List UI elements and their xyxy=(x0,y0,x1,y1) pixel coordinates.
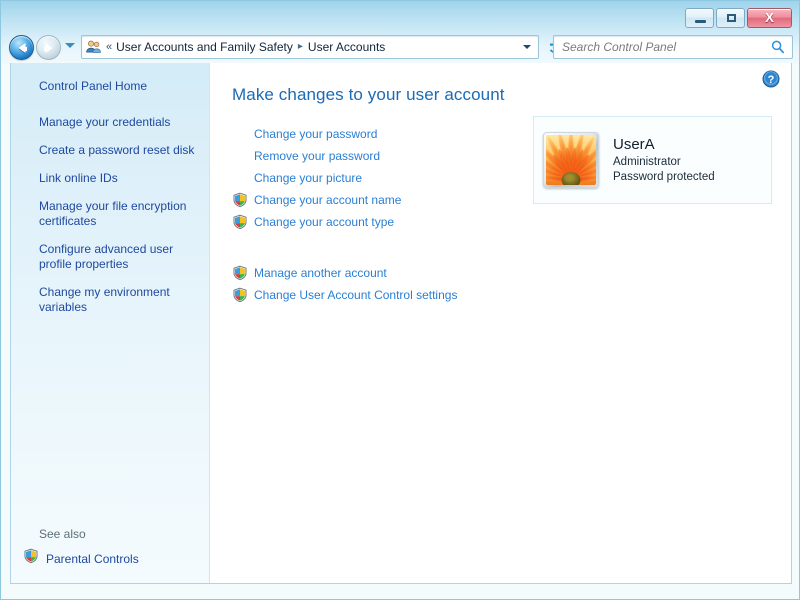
task-group-divider xyxy=(232,233,522,262)
task-list: Change your password Remove your passwor… xyxy=(232,123,522,306)
breadcrumb-overflow[interactable]: « xyxy=(106,41,112,53)
client-area: Control Panel Home Manage your credentia… xyxy=(10,63,792,584)
task-icon-none xyxy=(232,126,248,142)
task-remove-your-password[interactable]: Remove your password xyxy=(232,145,522,167)
help-icon[interactable]: ? xyxy=(762,70,780,88)
user-details: UserA Administrator Password protected xyxy=(613,135,715,185)
sidebar-item-link-online-ids[interactable]: Link online IDs xyxy=(11,171,209,186)
close-button[interactable]: X xyxy=(747,8,792,28)
task-change-your-account-type[interactable]: Change your account type xyxy=(232,211,522,233)
task-icon-none xyxy=(232,170,248,186)
window-controls: X xyxy=(685,8,792,28)
page-title: Make changes to your user account xyxy=(232,85,505,104)
back-button[interactable] xyxy=(9,35,34,60)
breadcrumb-item-1[interactable]: User Accounts xyxy=(308,41,385,53)
svg-text:?: ? xyxy=(768,74,775,86)
sidebar-item-environment-variables[interactable]: Change my environment variables xyxy=(11,285,209,315)
user-accounts-icon xyxy=(85,39,102,55)
avatar[interactable] xyxy=(543,132,599,188)
breadcrumb-separator-icon[interactable]: ▸ xyxy=(298,42,303,52)
link-change-your-picture[interactable]: Change your picture xyxy=(254,171,362,185)
task-manage-another-account[interactable]: Manage another account xyxy=(232,262,522,284)
shield-icon xyxy=(232,214,248,230)
search-input[interactable]: Search Control Panel xyxy=(562,40,770,54)
user-account-panel: UserA Administrator Password protected xyxy=(533,116,772,204)
forward-button[interactable] xyxy=(36,35,61,60)
close-icon: X xyxy=(765,10,774,25)
task-icon-none xyxy=(232,148,248,164)
address-bar[interactable]: « User Accounts and Family Safety ▸ User… xyxy=(81,35,539,59)
user-name: UserA xyxy=(613,136,655,154)
link-change-your-account-type[interactable]: Change your account type xyxy=(254,215,394,229)
link-change-uac-settings[interactable]: Change User Account Control settings xyxy=(254,288,457,302)
sidebar-item-password-reset-disk[interactable]: Create a password reset disk xyxy=(11,143,209,158)
user-picture-flower xyxy=(546,135,596,185)
see-also-item-parental-controls[interactable]: Parental Controls xyxy=(23,548,200,569)
shield-icon xyxy=(232,287,248,303)
search-box[interactable]: Search Control Panel xyxy=(553,35,793,59)
link-remove-your-password[interactable]: Remove your password xyxy=(254,149,380,163)
see-also-link-parental-controls[interactable]: Parental Controls xyxy=(46,552,139,566)
sidebar-item-file-encryption-certificates[interactable]: Manage your file encryption certificates xyxy=(11,199,209,229)
user-password-status: Password protected xyxy=(613,171,715,184)
task-change-your-password[interactable]: Change your password xyxy=(232,123,522,145)
link-change-your-account-name[interactable]: Change your account name xyxy=(254,193,401,207)
task-change-uac-settings[interactable]: Change User Account Control settings xyxy=(232,284,522,306)
see-also-title: See also xyxy=(39,527,86,541)
maximize-icon xyxy=(727,14,736,22)
see-also-section: See also Parental Controls xyxy=(11,527,210,569)
task-change-your-account-name[interactable]: Change your account name xyxy=(232,189,522,211)
link-change-your-password[interactable]: Change your password xyxy=(254,127,377,141)
sidebar-item-manage-credentials[interactable]: Manage your credentials xyxy=(11,115,209,130)
maximize-button[interactable] xyxy=(716,8,745,28)
user-account-type: Administrator xyxy=(613,156,681,169)
link-manage-another-account[interactable]: Manage another account xyxy=(254,266,387,280)
back-arrow-stem xyxy=(22,46,27,51)
sidebar: Control Panel Home Manage your credentia… xyxy=(11,63,210,583)
task-change-your-picture[interactable]: Change your picture xyxy=(232,167,522,189)
shield-icon xyxy=(23,548,39,569)
shield-icon xyxy=(232,192,248,208)
sidebar-item-control-panel-home[interactable]: Control Panel Home xyxy=(11,79,209,94)
recent-pages-chevron-down-icon[interactable] xyxy=(65,43,75,48)
control-panel-window: X « User Accounts and Family Safety ▸ Us… xyxy=(0,0,800,600)
navigation-bar: « User Accounts and Family Safety ▸ User… xyxy=(1,34,799,62)
address-chevron-down-icon[interactable] xyxy=(523,45,531,49)
forward-arrow-stem xyxy=(44,46,49,51)
shield-icon xyxy=(232,265,248,281)
minimize-button[interactable] xyxy=(685,8,714,28)
minimize-icon xyxy=(695,20,706,23)
sidebar-item-advanced-user-profile[interactable]: Configure advanced user profile properti… xyxy=(11,242,209,272)
search-icon xyxy=(770,39,786,55)
breadcrumb-item-0[interactable]: User Accounts and Family Safety xyxy=(116,41,293,53)
content-area: ? Make changes to your user account Chan… xyxy=(210,63,791,583)
